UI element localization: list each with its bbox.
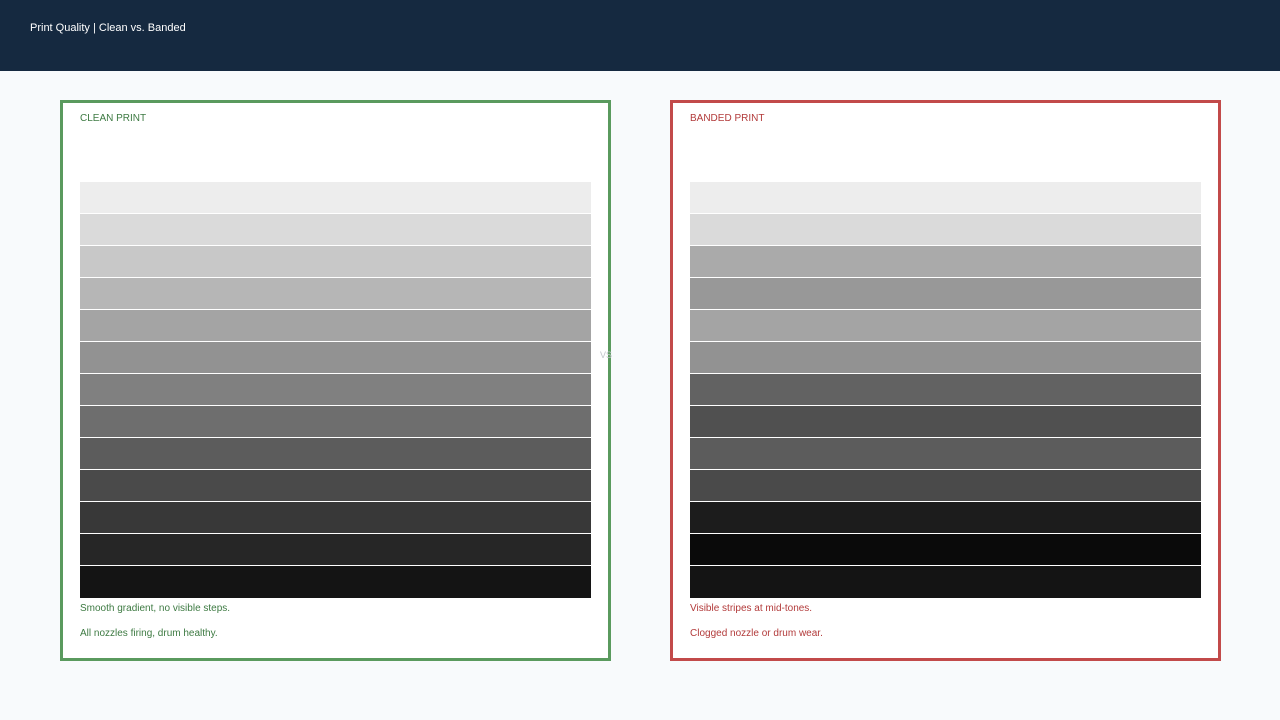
clean-gradient-band [80,374,591,406]
clean-gradient-band [80,246,591,278]
clean-gradient-band [80,438,591,470]
banded-gradient-band [690,470,1201,502]
banded-gradient-band [690,342,1201,374]
clean-caption-nozzles: All nozzles firing, drum healthy. [80,628,218,639]
banded-gradient-band [690,246,1201,278]
banded-gradient-band [690,214,1201,246]
clean-gradient-band [80,534,591,566]
banded-gradient-band [690,534,1201,566]
banded-print-title: BANDED PRINT [690,113,765,124]
clean-gradient-band [80,310,591,342]
clean-gradient-band [80,214,591,246]
page-title: Print Quality | Clean vs. Banded [30,22,186,34]
banded-caption-stripes: Visible stripes at mid-tones. [690,603,813,614]
banded-gradient-band [690,438,1201,470]
banded-print-panel: BANDED PRINT Visible stripes at mid-tone… [670,100,1221,661]
banded-gradient-band [690,502,1201,534]
banded-gradient-band [690,406,1201,438]
clean-print-title: CLEAN PRINT [80,113,147,124]
clean-caption-gradient: Smooth gradient, no visible steps. [80,603,231,614]
clean-gradient-band [80,470,591,502]
clean-gradient-band [80,278,591,310]
banded-gradient-band [690,182,1201,214]
header-bar: Print Quality | Clean vs. Banded [0,0,1280,71]
banded-caption-cause: Clogged nozzle or drum wear. [690,628,823,639]
clean-gradient-band [80,182,591,214]
banded-gradient-band [690,374,1201,406]
vs-label: VS [600,350,613,360]
banded-gradient-band [690,278,1201,310]
clean-gradient-strip [80,182,591,598]
clean-print-panel: CLEAN PRINT Smooth gradient, no visible … [60,100,611,661]
clean-gradient-band [80,406,591,438]
clean-gradient-band [80,342,591,374]
clean-gradient-band [80,566,591,598]
banded-gradient-strip [690,182,1201,598]
clean-gradient-band [80,502,591,534]
banded-gradient-band [690,310,1201,342]
banded-gradient-band [690,566,1201,598]
